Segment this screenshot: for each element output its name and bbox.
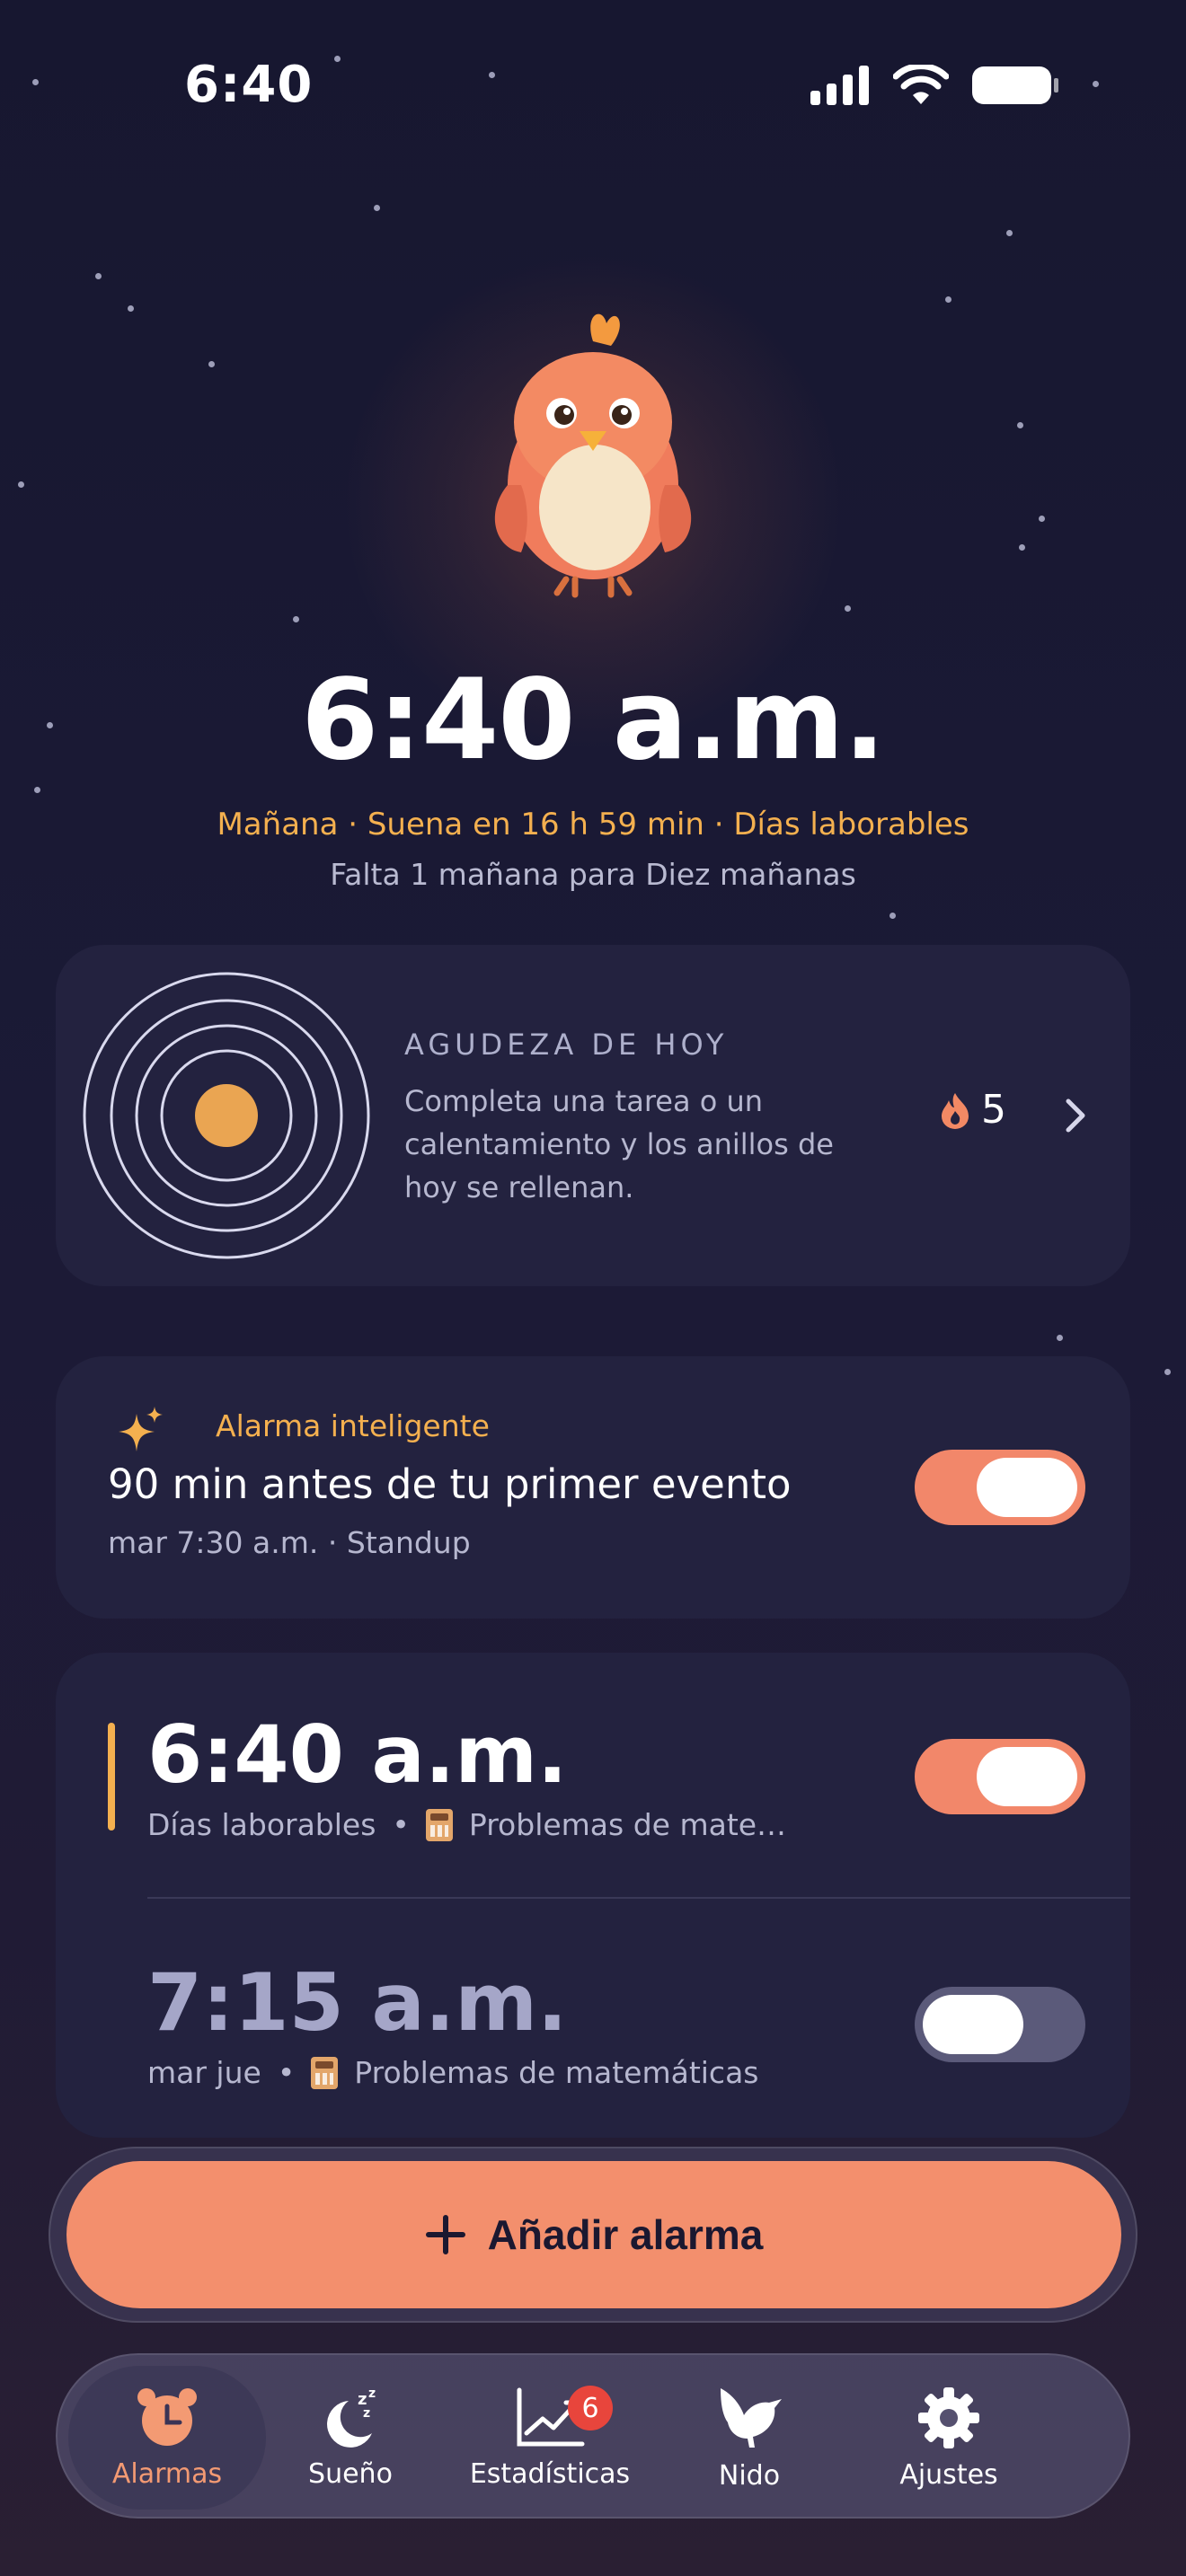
alarm-toggle[interactable]	[915, 1987, 1085, 2062]
alarm-time: 6:40 a.m.	[147, 1708, 568, 1801]
bird-icon	[721, 2387, 782, 2448]
svg-text:z: z	[363, 2406, 370, 2421]
status-icons	[810, 65, 1060, 106]
tab-label: Estadísticas	[469, 2457, 631, 2490]
tab-settings[interactable]: Ajustes	[850, 2366, 1048, 2510]
tab-bar: Alarmas z z z Sueño Estadísticas 6 Nido	[56, 2353, 1130, 2519]
chevron-right-icon[interactable]	[1064, 1098, 1087, 1134]
smart-alarm-meta: mar 7:30 a.m. · Standup	[108, 1525, 471, 1560]
sharpness-card[interactable]: AGUDEZA DE HOY Completa una tarea o un c…	[56, 945, 1130, 1286]
next-alarm-subtitle: Mañana · Suena en 16 h 59 min · Días lab…	[217, 807, 969, 842]
moon-zzz-icon: z z z	[327, 2386, 376, 2448]
add-alarm-button[interactable]: Añadir alarma	[66, 2161, 1121, 2308]
streak-note: Falta 1 mañana para Diez mañanas	[330, 857, 856, 892]
next-alarm-indicator	[108, 1723, 115, 1831]
streak-count: 5	[981, 1087, 1006, 1133]
progress-rings-icon	[83, 972, 370, 1259]
streak-counter: 5	[940, 1087, 1006, 1133]
next-alarm-time: 6:40 a.m.	[301, 656, 886, 785]
battery-icon	[972, 66, 1058, 104]
status-bar: 6:40	[0, 0, 1186, 171]
smart-alarm-title: 90 min antes de tu primer evento	[108, 1460, 792, 1508]
tab-sleep[interactable]: z z z Sueño	[252, 2366, 449, 2510]
calculator-icon	[425, 1808, 453, 1841]
tab-statistics[interactable]: Estadísticas 6	[451, 2366, 649, 2510]
tab-nest[interactable]: Nido	[651, 2366, 848, 2510]
alarm-meta: Días laborables • Problemas de mate…	[147, 1807, 787, 1842]
smart-alarm-toggle[interactable]	[915, 1450, 1085, 1525]
alarm-task: Problemas de mate…	[468, 1807, 787, 1842]
smart-alarm-card[interactable]: Alarma inteligente 90 min antes de tu pr…	[56, 1356, 1130, 1619]
gear-icon	[918, 2386, 979, 2448]
tab-label: Nido	[718, 2459, 781, 2492]
tab-label: Sueño	[308, 2457, 393, 2490]
smart-alarm-label: Alarma inteligente	[216, 1408, 490, 1443]
sharpness-title: AGUDEZA DE HOY	[404, 1028, 729, 1062]
alarm-time: 7:15 a.m.	[147, 1956, 568, 2049]
tab-label: Alarmas	[111, 2457, 223, 2490]
divider	[147, 1897, 1130, 1899]
notification-badge: 6	[568, 2386, 613, 2430]
add-alarm-container: Añadir alarma	[49, 2147, 1137, 2323]
alarm-days: mar jue	[147, 2055, 261, 2090]
status-time: 6:40	[184, 56, 314, 114]
plus-icon	[425, 2215, 465, 2254]
alarm-clock-icon	[137, 2387, 197, 2446]
alarm-meta: mar jue • Problemas de matemáticas	[147, 2055, 759, 2090]
sharpness-description: Completa una tarea o un calentamiento y …	[404, 1084, 834, 1204]
add-alarm-label: Añadir alarma	[487, 2211, 764, 2258]
svg-text:z: z	[368, 2386, 376, 2401]
flame-icon	[942, 1092, 969, 1129]
wifi-icon	[893, 65, 949, 104]
alarm-toggle[interactable]	[915, 1739, 1085, 1814]
phoenix-mascot-icon	[494, 313, 692, 598]
cellular-signal-icon	[810, 66, 869, 105]
alarm-days: Días laborables	[147, 1807, 376, 1842]
tab-label: Ajustes	[899, 2458, 998, 2491]
sparkle-icon	[119, 1407, 163, 1451]
alarm-list: 6:40 a.m. Días laborables • Problemas de…	[56, 1653, 1130, 2138]
alarm-task: Problemas de matemáticas	[354, 2055, 759, 2090]
tab-alarms[interactable]: Alarmas	[68, 2366, 266, 2510]
calculator-icon	[311, 2056, 339, 2089]
